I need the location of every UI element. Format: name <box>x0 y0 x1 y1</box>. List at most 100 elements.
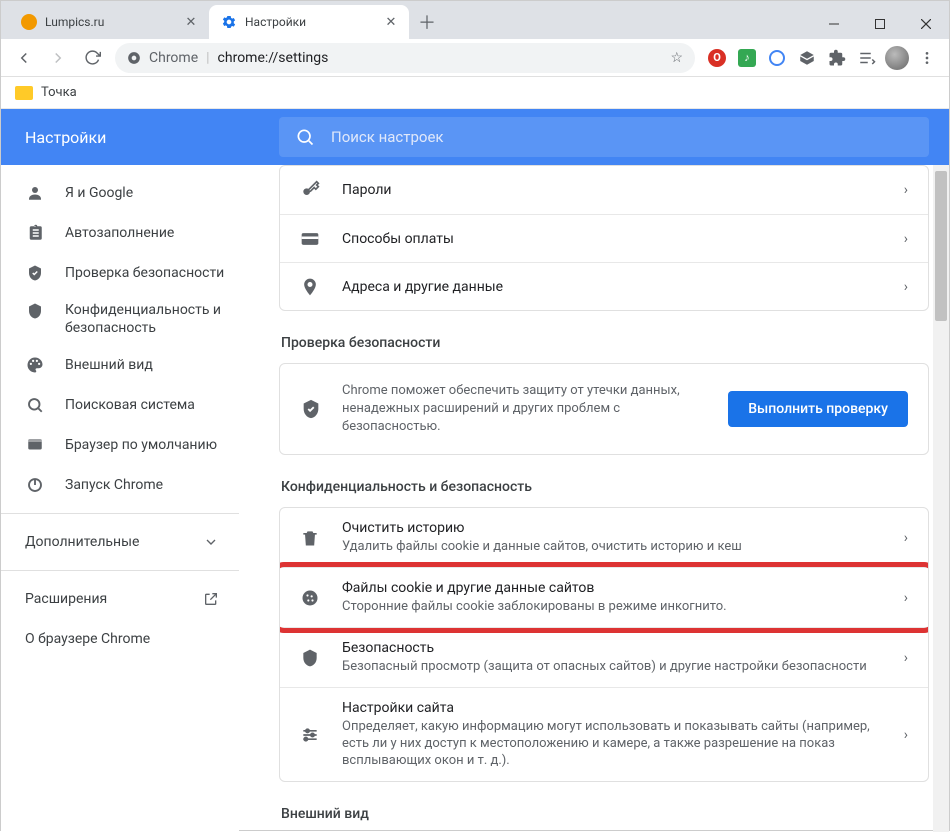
favicon-settings <box>221 14 237 30</box>
section-title-privacy: Конфиденциальность и безопасность <box>281 479 929 495</box>
row-passwords[interactable]: Пароли › <box>280 166 928 214</box>
profile-avatar[interactable] <box>883 44 911 72</box>
row-site-settings[interactable]: Настройки сайта Определяет, какую информ… <box>280 687 928 781</box>
close-icon[interactable]: ✕ <box>383 14 399 30</box>
bookmark-star-icon[interactable]: ☆ <box>670 50 683 66</box>
sidebar-item-safety-check[interactable]: Проверка безопасности <box>1 253 239 293</box>
sidebar-item-privacy[interactable]: Конфиденциальность и безопасность <box>1 293 239 345</box>
sidebar-about-label: О браузере Chrome <box>25 631 150 647</box>
tab-lumpics[interactable]: Lumpics.ru ✕ <box>9 5 209 39</box>
menu-button[interactable] <box>913 44 941 72</box>
window-titlebar: Lumpics.ru ✕ Настройки ✕ ＋ <box>1 1 949 39</box>
trash-icon <box>300 528 320 548</box>
row-subtitle: Безопасный просмотр (защита от опасных с… <box>342 658 882 675</box>
browser-icon <box>25 435 45 455</box>
sidebar-advanced-toggle[interactable]: Дополнительные <box>1 522 239 562</box>
close-window-button[interactable] <box>903 9 949 39</box>
row-clear-data[interactable]: Очистить историю Удалить файлы cookie и … <box>280 508 928 567</box>
window-controls <box>811 9 949 39</box>
close-icon[interactable]: ✕ <box>183 14 199 30</box>
favicon-lumpics <box>21 14 37 30</box>
chrome-scheme-icon <box>127 51 141 65</box>
sliders-icon <box>300 725 320 745</box>
sidebar-advanced-label: Дополнительные <box>25 534 139 550</box>
shield-check-icon <box>300 398 322 420</box>
chevron-right-icon: › <box>904 279 908 295</box>
sidebar-item-default-browser[interactable]: Браузер по умолчанию <box>1 425 239 465</box>
url-scheme: Chrome <box>149 50 198 66</box>
section-title-safety: Проверка безопасности <box>281 335 929 351</box>
bookmark-item[interactable]: Точка <box>41 85 77 100</box>
shield-icon <box>300 648 320 668</box>
browser-toolbar: Chrome | chrome://settings ☆ O ♪ <box>1 39 949 77</box>
sidebar-item-autofill[interactable]: Автозаполнение <box>1 213 239 253</box>
row-subtitle: Удалить файлы cookie и данные сайтов, оч… <box>342 538 882 555</box>
tab-label: Настройки <box>245 15 375 29</box>
power-icon <box>25 475 45 495</box>
chevron-down-icon <box>203 534 219 550</box>
chevron-right-icon: › <box>904 727 908 743</box>
shield-check-icon <box>25 263 45 283</box>
sidebar-about-link[interactable]: О браузере Chrome <box>1 619 239 659</box>
safety-text: Chrome поможет обеспечить защиту от утеч… <box>342 382 708 436</box>
settings-search[interactable] <box>279 117 929 157</box>
chevron-right-icon: › <box>904 590 908 606</box>
bookmarks-bar: Точка <box>1 77 949 109</box>
tab-settings[interactable]: Настройки ✕ <box>209 5 409 39</box>
sidebar-item-label: Я и Google <box>65 184 239 202</box>
external-link-icon <box>203 591 219 607</box>
tab-label: Lumpics.ru <box>45 15 175 29</box>
search-input[interactable] <box>331 128 913 146</box>
sidebar-extensions-label: Расширения <box>25 591 107 607</box>
settings-title: Настройки <box>1 109 239 165</box>
extension-icon[interactable]: O <box>703 44 731 72</box>
extension-icon[interactable] <box>763 44 791 72</box>
sidebar-item-label: Проверка безопасности <box>65 264 239 282</box>
sidebar-item-label: Поисковая система <box>65 396 239 414</box>
run-safety-check-button[interactable]: Выполнить проверку <box>728 391 908 427</box>
scrollbar[interactable] <box>933 165 949 832</box>
row-cookies[interactable]: Файлы cookie и другие данные сайтов Стор… <box>280 567 928 627</box>
settings-main: Я и Google Автозаполнение Проверка безоп… <box>1 165 949 832</box>
sidebar-item-label: Внешний вид <box>65 356 239 374</box>
back-button[interactable] <box>9 43 39 73</box>
shield-icon <box>25 301 45 321</box>
search-icon <box>25 395 45 415</box>
pin-icon <box>300 277 320 297</box>
scrollbar-thumb[interactable] <box>935 171 947 321</box>
row-title: Очистить историю <box>342 520 882 536</box>
sidebar-item-label: Запуск Chrome <box>65 476 239 494</box>
sidebar-extensions-link[interactable]: Расширения <box>1 579 239 619</box>
reading-list-icon[interactable] <box>853 44 881 72</box>
row-title: Безопасность <box>342 640 882 656</box>
search-icon <box>295 127 315 147</box>
chevron-right-icon: › <box>904 231 908 247</box>
row-addresses[interactable]: Адреса и другие данные › <box>280 262 928 310</box>
row-subtitle: Сторонние файлы cookie заблокированы в р… <box>342 598 882 615</box>
chevron-right-icon: › <box>904 182 908 198</box>
chevron-right-icon: › <box>904 530 908 546</box>
extensions-button[interactable] <box>823 44 851 72</box>
extension-icon[interactable] <box>793 44 821 72</box>
sidebar-item-you-and-google[interactable]: Я и Google <box>1 173 239 213</box>
minimize-button[interactable] <box>811 9 857 39</box>
row-title: Пароли <box>342 182 882 198</box>
autofill-card: Пароли › Способы оплаты › Адреса и други… <box>279 165 929 311</box>
row-title: Способы оплаты <box>342 231 882 247</box>
card-icon <box>300 229 320 249</box>
sidebar-item-label: Автозаполнение <box>65 224 239 242</box>
sidebar-item-appearance[interactable]: Внешний вид <box>1 345 239 385</box>
folder-icon <box>15 86 33 100</box>
tab-strip: Lumpics.ru ✕ Настройки ✕ ＋ <box>1 5 811 39</box>
reload-button[interactable] <box>77 43 107 73</box>
extension-icon[interactable]: ♪ <box>733 44 761 72</box>
sidebar-item-on-startup[interactable]: Запуск Chrome <box>1 465 239 505</box>
new-tab-button[interactable]: ＋ <box>413 8 441 36</box>
forward-button[interactable] <box>43 43 73 73</box>
row-payments[interactable]: Способы оплаты › <box>280 214 928 262</box>
row-security[interactable]: Безопасность Безопасный просмотр (защита… <box>280 627 928 687</box>
maximize-button[interactable] <box>857 9 903 39</box>
address-bar[interactable]: Chrome | chrome://settings ☆ <box>115 43 695 73</box>
settings-header: Настройки <box>1 109 949 165</box>
sidebar-item-search-engine[interactable]: Поисковая система <box>1 385 239 425</box>
